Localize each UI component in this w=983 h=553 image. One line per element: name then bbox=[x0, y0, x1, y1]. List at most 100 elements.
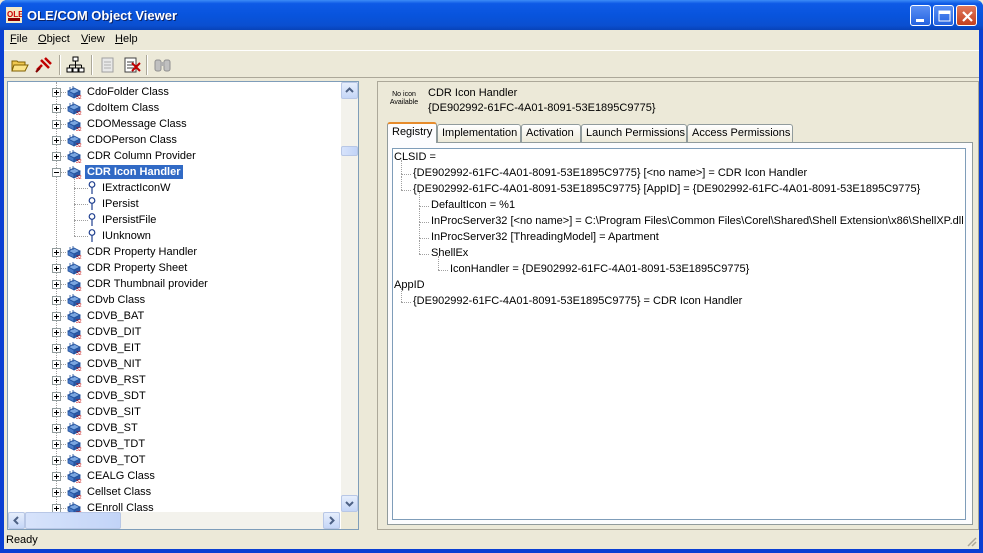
tree-item[interactable]: 32 CEALG Class bbox=[8, 468, 340, 484]
expand-icon[interactable] bbox=[52, 136, 61, 145]
registry-branch-line bbox=[419, 206, 429, 207]
tab-registry[interactable]: Registry bbox=[387, 122, 437, 143]
hscroll-thumb[interactable] bbox=[25, 512, 121, 529]
collapse-icon[interactable] bbox=[52, 168, 61, 177]
tree-item[interactable]: 32 CDOMessage Class bbox=[8, 116, 340, 132]
expand-icon[interactable] bbox=[52, 264, 61, 273]
tree-item[interactable]: 32 CDR Thumbnail provider bbox=[8, 276, 340, 292]
tree-item[interactable]: 32 CEnroll Class bbox=[8, 500, 340, 512]
tree-item[interactable]: 32 Cellset Class bbox=[8, 484, 340, 500]
expand-icon[interactable] bbox=[52, 360, 61, 369]
tree-item[interactable]: 32 CDVB_EIT bbox=[8, 340, 340, 356]
release-button[interactable] bbox=[120, 54, 143, 76]
tree-item[interactable]: 32 CdoItem Class bbox=[8, 100, 340, 116]
expand-icon[interactable] bbox=[52, 504, 61, 512]
tree-vertical-scrollbar[interactable] bbox=[341, 82, 358, 512]
registry-entry[interactable]: {DE902992-61FC-4A01-8091-53E1895C9775} [… bbox=[413, 166, 807, 180]
tree-item-label: Cellset Class bbox=[87, 486, 152, 498]
expand-icon[interactable] bbox=[52, 472, 61, 481]
tree-interface-item[interactable]: IPersist bbox=[8, 196, 340, 212]
expand-icon[interactable] bbox=[52, 280, 61, 289]
expand-icon[interactable] bbox=[52, 328, 61, 337]
registry-tree[interactable]: CLSID = {DE902992-61FC-4A01-8091-53E1895C… bbox=[392, 148, 966, 520]
expand-icon[interactable] bbox=[52, 152, 61, 161]
tree-item[interactable]: 32 CDVB_NIT bbox=[8, 356, 340, 372]
title-bar[interactable]: OLE OLE/COM Object Viewer bbox=[0, 0, 983, 30]
expand-icon[interactable] bbox=[52, 488, 61, 497]
expand-icon[interactable] bbox=[52, 296, 61, 305]
close-button[interactable] bbox=[956, 5, 977, 26]
expand-icon[interactable] bbox=[52, 104, 61, 113]
tab-access-permissions[interactable]: Access Permissions bbox=[687, 124, 793, 142]
tree-item[interactable]: 32 CDR Column Provider bbox=[8, 148, 340, 164]
registry-branch-line bbox=[419, 222, 429, 223]
tree-item[interactable]: 32 CDR Icon Handler bbox=[8, 164, 340, 180]
scroll-thumb[interactable] bbox=[341, 146, 358, 156]
menu-object[interactable]: Object bbox=[38, 33, 70, 45]
com-object-icon: 32 bbox=[67, 422, 82, 435]
resize-grip-icon[interactable] bbox=[965, 535, 977, 547]
registry-entry[interactable]: {DE902992-61FC-4A01-8091-53E1895C9775} =… bbox=[413, 294, 742, 308]
registry-entry[interactable]: ShellEx bbox=[431, 246, 468, 260]
registry-entry[interactable]: DefaultIcon = %1 bbox=[431, 198, 515, 212]
expand-icon[interactable] bbox=[52, 440, 61, 449]
hierarchy-button[interactable] bbox=[64, 54, 87, 76]
tree-item[interactable]: 32 CDVB_TOT bbox=[8, 452, 340, 468]
expand-icon[interactable] bbox=[52, 248, 61, 257]
expand-icon[interactable] bbox=[52, 392, 61, 401]
scroll-up-button[interactable] bbox=[341, 82, 358, 99]
tree-interface-item[interactable]: IPersistFile bbox=[8, 212, 340, 228]
tree-item[interactable]: 32 CDvb Class bbox=[8, 292, 340, 308]
tab-implementation[interactable]: Implementation bbox=[437, 124, 521, 142]
tree-item[interactable]: 32 CDVB_ST bbox=[8, 420, 340, 436]
tree-item[interactable]: 32 CDVB_RST bbox=[8, 372, 340, 388]
scroll-left-button[interactable] bbox=[8, 512, 25, 529]
com-object-icon: 32 bbox=[67, 118, 82, 131]
connect-button[interactable] bbox=[32, 54, 55, 76]
tree-item[interactable]: 32 CDVB_TDT bbox=[8, 436, 340, 452]
registry-entry[interactable]: InProcServer32 [ThreadingModel] = Apartm… bbox=[431, 230, 659, 244]
tree-item[interactable]: 32 CDVB_SDT bbox=[8, 388, 340, 404]
tab-activation[interactable]: Activation bbox=[521, 124, 581, 142]
tree-item[interactable]: 32 CDVB_DIT bbox=[8, 324, 340, 340]
expand-icon[interactable] bbox=[52, 344, 61, 353]
tab-launch-permissions[interactable]: Launch Permissions bbox=[581, 124, 687, 142]
com-object-icon: 32 bbox=[67, 86, 82, 99]
registry-entry[interactable]: {DE902992-61FC-4A01-8091-53E1895C9775} [… bbox=[413, 182, 920, 196]
expand-icon[interactable] bbox=[52, 312, 61, 321]
minimize-button[interactable] bbox=[910, 5, 931, 26]
tree-item[interactable]: 32 CDOPerson Class bbox=[8, 132, 340, 148]
tree-item[interactable]: 32 CDR Property Sheet bbox=[8, 260, 340, 276]
expand-icon[interactable] bbox=[52, 120, 61, 129]
expand-icon[interactable] bbox=[52, 376, 61, 385]
object-tree[interactable]: 32 CdoFolder Class 32 CdoItem Class 32 CDOMes… bbox=[7, 81, 359, 530]
tree-interface-item[interactable]: IUnknown bbox=[8, 228, 340, 244]
open-button[interactable] bbox=[8, 54, 31, 76]
tree-interface-item[interactable]: IExtractIconW bbox=[8, 180, 340, 196]
svg-text:32: 32 bbox=[76, 111, 82, 115]
expand-icon[interactable] bbox=[52, 88, 61, 97]
tree-item-label: CDR Icon Handler bbox=[84, 164, 184, 180]
expand-icon[interactable] bbox=[52, 424, 61, 433]
scroll-right-button[interactable] bbox=[323, 512, 340, 529]
tree-item[interactable]: 32 CDVB_SIT bbox=[8, 404, 340, 420]
find-button[interactable] bbox=[151, 54, 174, 76]
menu-help[interactable]: Help bbox=[115, 33, 138, 45]
tree-horizontal-scrollbar[interactable] bbox=[8, 512, 340, 529]
registry-entry[interactable]: InProcServer32 [<no name>] = C:\Program … bbox=[431, 214, 964, 228]
tree-item-label: CDOMessage Class bbox=[87, 118, 187, 130]
tree-item[interactable]: 32 CdoFolder Class bbox=[8, 84, 340, 100]
maximize-button[interactable] bbox=[933, 5, 954, 26]
tree-item[interactable]: 32 CDR Property Handler bbox=[8, 244, 340, 260]
view-type-button[interactable] bbox=[96, 54, 119, 76]
com-object-icon: 32 bbox=[67, 278, 82, 291]
tree-item[interactable]: 32 CDVB_BAT bbox=[8, 308, 340, 324]
registry-entry[interactable]: IconHandler = {DE902992-61FC-4A01-8091-5… bbox=[450, 262, 749, 276]
expand-icon[interactable] bbox=[52, 456, 61, 465]
scroll-down-button[interactable] bbox=[341, 495, 358, 512]
expand-icon[interactable] bbox=[52, 408, 61, 417]
menu-file[interactable]: File bbox=[10, 33, 28, 45]
menu-view[interactable]: View bbox=[81, 33, 105, 45]
svg-text:32: 32 bbox=[76, 495, 82, 499]
registry-entry[interactable]: AppID bbox=[394, 278, 425, 292]
